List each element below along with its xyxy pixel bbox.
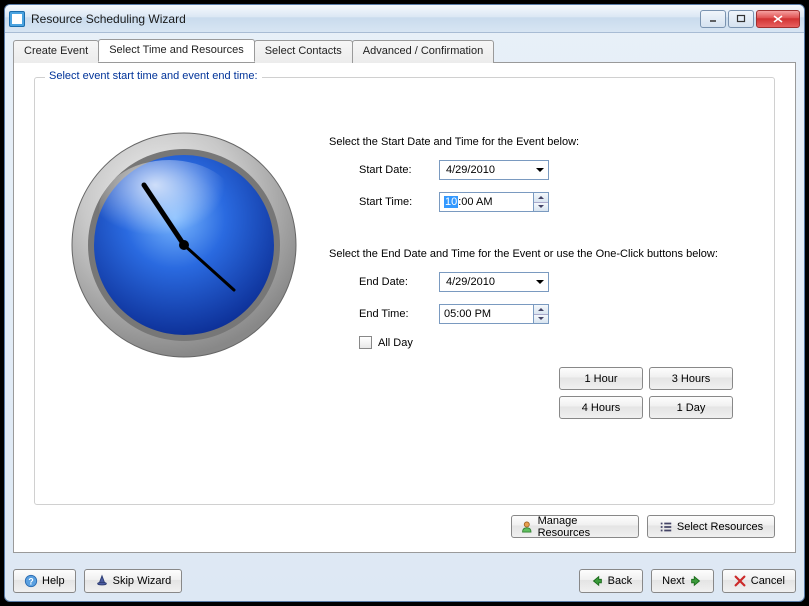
end-date-label: End Date: <box>359 276 439 288</box>
start-time-input[interactable]: 10:00 AM <box>439 192 533 212</box>
start-date-value: 4/29/2010 <box>446 164 495 176</box>
titlebar: Resource Scheduling Wizard <box>5 5 804 33</box>
arrow-right-icon <box>689 574 703 588</box>
one-hour-button[interactable]: 1 Hour <box>559 367 643 390</box>
clock-icon <box>69 130 299 360</box>
wizard-window: Resource Scheduling Wizard Create Event … <box>4 4 805 602</box>
chevron-up-icon <box>538 308 544 311</box>
start-date-picker[interactable]: 4/29/2010 <box>439 160 549 180</box>
chevron-down-icon <box>538 205 544 208</box>
help-icon: ? <box>24 574 38 588</box>
back-button[interactable]: Back <box>579 569 643 593</box>
end-time-spinner[interactable]: 05:00 PM <box>439 304 549 324</box>
chevron-up-icon <box>538 196 544 199</box>
four-hours-button[interactable]: 4 Hours <box>559 396 643 419</box>
app-icon <box>9 11 25 27</box>
help-button[interactable]: ? Help <box>13 569 76 593</box>
tab-strip: Create Event Select Time and Resources S… <box>13 39 796 62</box>
three-hours-button[interactable]: 3 Hours <box>649 367 733 390</box>
chevron-down-icon <box>536 280 544 284</box>
end-time-label: End Time: <box>359 308 439 320</box>
end-time-input[interactable]: 05:00 PM <box>439 304 533 324</box>
minimize-button[interactable] <box>700 10 726 28</box>
select-resources-button[interactable]: Select Resources <box>647 515 775 538</box>
spin-down-button[interactable] <box>534 203 548 212</box>
next-button[interactable]: Next <box>651 569 714 593</box>
svg-text:?: ? <box>28 577 33 587</box>
cancel-icon <box>733 574 747 588</box>
tab-create-event[interactable]: Create Event <box>13 40 99 63</box>
all-day-label: All Day <box>378 337 413 349</box>
end-date-picker[interactable]: 4/29/2010 <box>439 272 549 292</box>
skip-wizard-button[interactable]: Skip Wizard <box>84 569 183 593</box>
close-button[interactable] <box>756 10 800 28</box>
spin-up-button[interactable] <box>534 193 548 203</box>
cancel-button[interactable]: Cancel <box>722 569 796 593</box>
tab-select-contacts[interactable]: Select Contacts <box>254 40 353 63</box>
chevron-down-icon <box>536 168 544 172</box>
start-time-spinner[interactable]: 10:00 AM <box>439 192 549 212</box>
user-icon <box>520 520 534 534</box>
end-section-label: Select the End Date and Time for the Eve… <box>329 248 760 260</box>
tab-select-time-resources[interactable]: Select Time and Resources <box>98 39 255 62</box>
all-day-checkbox[interactable] <box>359 336 372 349</box>
start-time-label: Start Time: <box>359 196 439 208</box>
manage-resources-button[interactable]: Manage Resources <box>511 515 639 538</box>
start-section-label: Select the Start Date and Time for the E… <box>329 136 760 148</box>
tab-advanced-confirmation[interactable]: Advanced / Confirmation <box>352 40 494 63</box>
arrow-left-icon <box>590 574 604 588</box>
spin-down-button[interactable] <box>534 315 548 324</box>
start-date-label: Start Date: <box>359 164 439 176</box>
tab-panel: Select event start time and event end ti… <box>13 62 796 553</box>
maximize-button[interactable] <box>728 10 754 28</box>
wizard-hat-icon <box>95 574 109 588</box>
group-legend: Select event start time and event end ti… <box>45 70 262 82</box>
wizard-footer: ? Help Skip Wizard Back Next <box>5 561 804 601</box>
one-day-button[interactable]: 1 Day <box>649 396 733 419</box>
chevron-down-icon <box>538 317 544 320</box>
time-groupbox: Select event start time and event end ti… <box>34 77 775 505</box>
list-icon <box>659 520 673 534</box>
window-title: Resource Scheduling Wizard <box>31 12 700 26</box>
spin-up-button[interactable] <box>534 305 548 315</box>
end-date-value: 4/29/2010 <box>446 276 495 288</box>
